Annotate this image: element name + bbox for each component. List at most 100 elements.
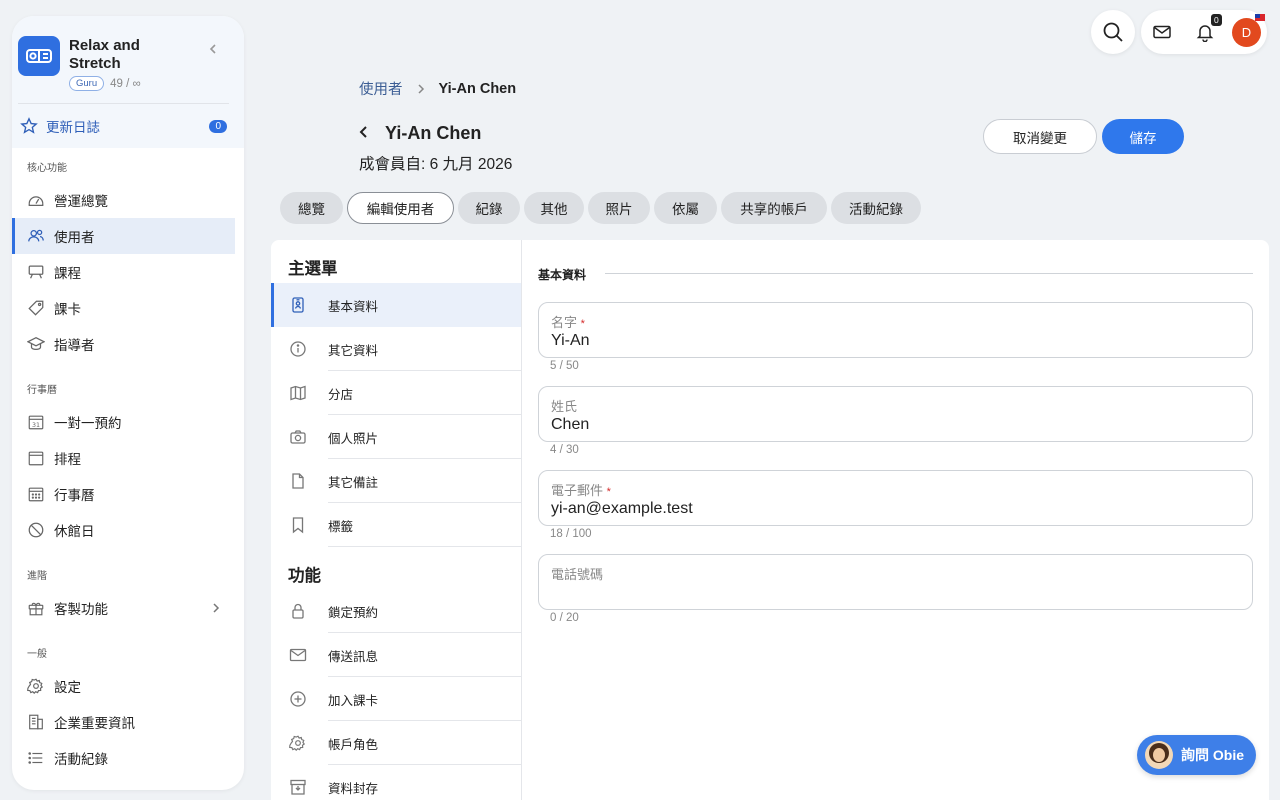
id-badge-icon [292,297,304,313]
phone-field[interactable]: 電話號碼 [538,554,1253,610]
menu-item-send-message[interactable]: 傳送訊息 [271,633,521,677]
menu-item-add-pass[interactable]: 加入課卡 [271,677,521,721]
user-avatar[interactable]: D [1232,18,1261,47]
menu-item-branch[interactable]: 分店 [271,371,521,415]
cancel-changes-button[interactable]: 取消變更 [983,119,1097,154]
breadcrumb-current: Yi-An Chen [438,80,517,97]
sidebar-item-calendar[interactable]: 行事曆 [12,476,235,512]
menu-item-label: 傳送訊息 [328,649,379,664]
sidebar-item-users[interactable]: 使用者 [12,218,235,254]
users-icon [28,229,44,242]
mail-icon [289,648,307,662]
tab-photos[interactable]: 照片 [588,192,650,224]
first-name-label: 名字 * [551,312,585,331]
search-button[interactable] [1091,10,1135,54]
menu-item-archive[interactable]: 資料封存 [271,765,521,800]
collapse-sidebar-chevron-icon[interactable] [206,42,220,56]
first-name-value: Yi-An [551,332,590,349]
breadcrumb-users-link[interactable]: 使用者 [359,78,403,99]
sidebar-item-schedule[interactable]: 排程 [12,440,235,476]
email-field[interactable]: 電子郵件 * yi-an@example.test [538,470,1253,526]
nav-section-label: 核心功能 [27,163,67,174]
tab-other[interactable]: 其他 [524,192,584,224]
changelog-label: 更新日誌 [46,120,100,135]
sidebar-item-settings[interactable]: 設定 [12,668,235,704]
tab-shared-accounts[interactable]: 共享的帳戶 [721,192,827,224]
sidebar-item-custom-features[interactable]: 客製功能 [12,590,235,626]
sidebar-header: Relax and Stretch Guru 49 / ∞ 更新日誌 0 [12,16,244,148]
changelog-link[interactable]: 更新日誌 0 [20,115,227,137]
menu-item-tags[interactable]: 標籤 [271,503,521,547]
edit-user-panel: 主選單 基本資料 其它資料 分店 個人照片 其它備註 標籤 功能 鎖定預約 傳送… [271,240,1269,800]
map-icon [290,385,306,401]
menu-item-account-role[interactable]: 帳戶角色 [271,721,521,765]
save-button[interactable]: 儲存 [1102,119,1184,154]
mail-icon[interactable] [1152,22,1172,42]
tab-dependents[interactable]: 依屬 [654,192,717,224]
changelog-count-badge: 0 [209,119,227,133]
required-asterisk: * [606,486,611,498]
sidebar-item-closed-days[interactable]: 休館日 [12,512,235,548]
bookmark-icon [292,517,304,534]
sidebar-item-instructors[interactable]: 指導者 [12,326,235,362]
gear-icon [289,735,306,752]
building-icon [29,714,43,730]
sidebar-item-label: 企業重要資訊 [54,716,135,731]
taiwan-flag-icon[interactable] [1255,14,1265,21]
document-icon [292,473,304,489]
sidebar-item-business-info[interactable]: 企業重要資訊 [12,704,235,740]
member-since-text: 成會員自: 6 九月 2026 [359,156,513,173]
graduation-cap-icon [27,336,45,351]
classroom-icon [28,265,44,279]
sidebar-item-label: 指導者 [54,338,95,353]
sidebar-item-appointments[interactable]: 31 一對一預約 [12,404,235,440]
dashboard-icon [28,196,44,207]
calendar-grid-icon [28,487,44,502]
sidebar-nav: 核心功能 營運總覽 使用者 課程 課卡 指導者 行事曆 31 一對一預約 排程 … [12,148,244,776]
sidebar-item-activity-log[interactable]: 活動紀錄 [12,740,235,776]
nav-section-label: 一般 [27,649,47,660]
tab-bar: 總覽 編輯使用者 紀錄 其他 照片 依屬 共享的帳戶 活動紀錄 [280,192,921,224]
sidebar-item-dashboard[interactable]: 營運總覽 [12,182,235,218]
sidebar-item-label: 排程 [54,452,81,467]
menu-item-other-info[interactable]: 其它資料 [271,327,521,371]
tab-activity-log[interactable]: 活動紀錄 [831,192,921,224]
menu-item-notes[interactable]: 其它備註 [271,459,521,503]
chevron-right-icon [213,603,220,613]
tab-overview[interactable]: 總覽 [280,192,343,224]
calendar-31-icon: 31 [28,415,44,430]
breadcrumb: 使用者 Yi-An Chen [359,78,516,99]
menu-item-label: 其它備註 [328,475,379,490]
last-name-value: Chen [551,416,590,433]
org-logo-icon[interactable] [18,36,60,76]
camera-icon [290,430,306,444]
page-title: Yi-An Chen [385,123,482,143]
sidebar-item-classes[interactable]: 課程 [12,254,235,290]
menu-item-profile-photo[interactable]: 個人照片 [271,415,521,459]
archive-icon [290,779,306,795]
tab-edit-user[interactable]: 編輯使用者 [347,192,454,224]
sidebar-item-label: 行事曆 [54,488,95,503]
email-label: 電子郵件 * [551,480,611,499]
menu-item-lock-booking[interactable]: 鎖定預約 [271,589,521,633]
back-arrow-icon[interactable] [356,124,372,140]
sidebar-item-label: 設定 [54,680,81,695]
sidebar-item-label: 使用者 [54,230,95,245]
tab-records[interactable]: 紀錄 [458,192,520,224]
plan-badge: Guru [69,76,105,91]
first-name-field[interactable]: 名字 * Yi-An [538,302,1253,358]
field-label-text: 名字 [551,315,578,330]
sidebar-item-label: 課卡 [54,302,81,317]
info-circle-icon [290,341,306,357]
sidebar-item-passes[interactable]: 課卡 [12,290,235,326]
last-name-field[interactable]: 姓氏 Chen [538,386,1253,442]
main-menu-heading: 主選單 [288,260,338,278]
last-name-label: 姓氏 [551,399,578,414]
sidebar-item-label: 休館日 [54,524,95,539]
ask-obie-button[interactable]: 詢問 Obie [1137,735,1256,775]
tag-icon [28,300,44,316]
section-divider [605,273,1253,274]
ask-obie-label: 詢問 Obie [1181,747,1245,763]
menu-item-label: 標籤 [328,519,354,534]
menu-item-basic-info[interactable]: 基本資料 [271,283,521,327]
